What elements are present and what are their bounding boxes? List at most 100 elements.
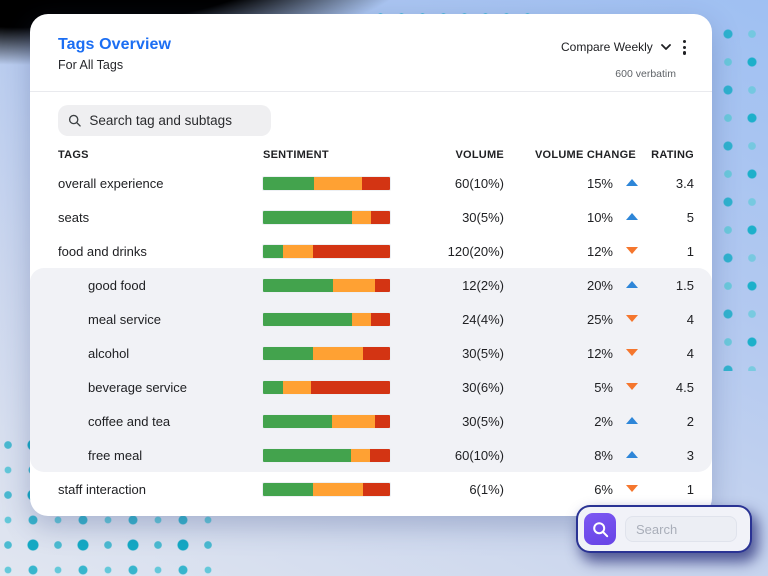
table-row[interactable]: seats 30(5%) 10% 5 (30, 200, 712, 234)
rating-value: 1.5 (642, 278, 694, 293)
volume-value: 12(2%) (418, 278, 518, 293)
table-row[interactable]: overall experience 60(10%) 15% 3.4 (30, 166, 712, 200)
sentiment-neutral-segment (314, 177, 362, 190)
trend-arrow-icon (626, 383, 638, 391)
page-subtitle: For All Tags (58, 58, 171, 72)
main-tag-rows: overall experience 60(10%) 15% 3.4 seats… (30, 166, 712, 268)
tag-search-input[interactable] (89, 113, 261, 128)
trend-arrow-icon (626, 417, 638, 425)
search-icon (68, 113, 81, 128)
sentiment-positive-segment (263, 211, 352, 224)
volume-value: 120(20%) (418, 244, 518, 259)
sentiment-bar (263, 245, 390, 258)
floating-search-button[interactable] (584, 513, 616, 545)
tag-search-box[interactable] (58, 105, 271, 136)
volume-value: 6(1%) (418, 482, 518, 497)
tag-label: alcohol (88, 346, 129, 361)
volume-value: 24(4%) (418, 312, 518, 327)
sentiment-neutral-segment (332, 415, 375, 428)
trend-arrow-icon (626, 485, 638, 493)
sentiment-positive-segment (263, 449, 351, 462)
table-row[interactable]: free meal 60(10%) 8% 3 (30, 438, 712, 472)
sentiment-neutral-segment (283, 245, 312, 258)
floating-search-widget (578, 507, 750, 551)
volume-change-value: 10% (587, 210, 613, 225)
table-row[interactable]: good food 12(2%) 20% 1.5 (30, 268, 712, 302)
column-header-volume-change: VOLUME CHANGE (518, 149, 642, 161)
volume-change-value: 12% (587, 346, 613, 361)
tag-label: coffee and tea (88, 414, 170, 429)
rating-value: 4 (642, 312, 694, 327)
sentiment-bar (263, 313, 390, 326)
volume-change-value: 8% (594, 448, 613, 463)
sentiment-negative-segment (370, 449, 390, 462)
volume-change-value: 6% (594, 482, 613, 497)
column-header-tags: TAGS (58, 149, 263, 161)
rating-value: 5 (642, 210, 694, 225)
sentiment-bar (263, 177, 390, 190)
volume-change-value: 5% (594, 380, 613, 395)
tag-label: free meal (88, 448, 142, 463)
sentiment-negative-segment (363, 483, 390, 496)
sentiment-bar (263, 279, 390, 292)
sentiment-bar (263, 415, 390, 428)
rating-value: 4.5 (642, 380, 694, 395)
sentiment-positive-segment (263, 245, 283, 258)
volume-value: 30(5%) (418, 210, 518, 225)
table-row[interactable]: staff interaction 6(1%) 6% 1 (30, 472, 712, 506)
chevron-down-icon[interactable] (661, 44, 671, 51)
sentiment-negative-segment (375, 415, 390, 428)
table-row[interactable]: food and drinks 120(20%) 12% 1 (30, 234, 712, 268)
sentiment-negative-segment (371, 313, 390, 326)
floating-search-input[interactable] (625, 516, 737, 542)
trend-arrow-icon (626, 179, 638, 187)
kebab-menu-button[interactable] (679, 38, 690, 57)
table-row[interactable]: beverage service 30(6%) 5% 4.5 (30, 370, 712, 404)
card-header-titles: Tags Overview For All Tags (58, 36, 171, 72)
trend-arrow-icon (626, 247, 638, 255)
search-icon (592, 521, 609, 538)
rating-value: 3.4 (642, 176, 694, 191)
column-header-volume: VOLUME (418, 149, 518, 161)
rating-value: 1 (642, 244, 694, 259)
compare-controls: Compare Weekly (561, 38, 690, 57)
compare-weekly-dropdown[interactable]: Compare Weekly (561, 40, 653, 54)
table-row[interactable]: coffee and tea 30(5%) 2% 2 (30, 404, 712, 438)
tag-label: staff interaction (58, 482, 146, 497)
trend-arrow-icon (626, 451, 638, 459)
card-header-actions: Compare Weekly 600 verbatim (561, 36, 690, 80)
rating-value: 4 (642, 346, 694, 361)
volume-change-value: 12% (587, 244, 613, 259)
trend-arrow-icon (626, 213, 638, 221)
sentiment-neutral-segment (333, 279, 375, 292)
sentiment-neutral-segment (351, 449, 370, 462)
sentiment-neutral-segment (352, 211, 371, 224)
tag-label: good food (88, 278, 146, 293)
tags-overview-card: Tags Overview For All Tags Compare Weekl… (30, 14, 712, 516)
sentiment-neutral-segment (352, 313, 371, 326)
page-title: Tags Overview (58, 36, 171, 54)
column-header-sentiment: SENTIMENT (263, 149, 418, 161)
volume-value: 30(5%) (418, 346, 518, 361)
table-row[interactable]: alcohol 30(5%) 12% 4 (30, 336, 712, 370)
volume-value: 30(6%) (418, 380, 518, 395)
table-header-row: TAGS SENTIMENT VOLUME VOLUME CHANGE RATI… (30, 144, 712, 166)
rating-value: 2 (642, 414, 694, 429)
volume-value: 30(5%) (418, 414, 518, 429)
volume-change-value: 15% (587, 176, 613, 191)
subtag-rows-group: good food 12(2%) 20% 1.5 meal service 24… (30, 268, 712, 472)
sentiment-bar (263, 347, 390, 360)
sentiment-negative-segment (375, 279, 390, 292)
rating-value: 1 (642, 482, 694, 497)
tag-label: meal service (88, 312, 161, 327)
sentiment-neutral-segment (283, 381, 311, 394)
volume-change-value: 20% (587, 278, 613, 293)
table-row[interactable]: meal service 24(4%) 25% 4 (30, 302, 712, 336)
trend-arrow-icon (626, 315, 638, 323)
tag-label: beverage service (88, 380, 187, 395)
sentiment-negative-segment (371, 211, 390, 224)
volume-value: 60(10%) (418, 176, 518, 191)
column-header-rating: RATING (642, 149, 694, 161)
tag-label: overall experience (58, 176, 164, 191)
volume-change-value: 2% (594, 414, 613, 429)
